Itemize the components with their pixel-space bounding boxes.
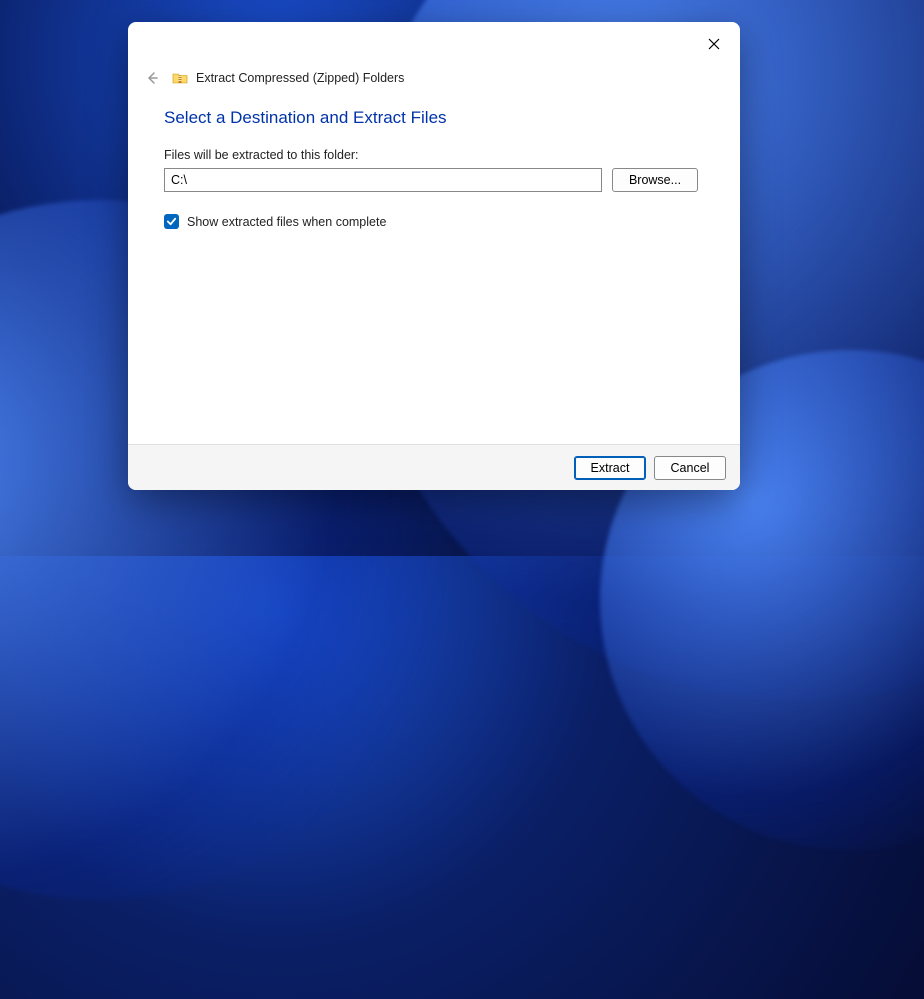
wizard-footer: Extract Cancel [128, 444, 740, 490]
show-files-checkbox-label: Show extracted files when complete [187, 215, 386, 229]
destination-path-input[interactable] [164, 168, 602, 192]
window-title: Extract Compressed (Zipped) Folders [196, 71, 404, 85]
browse-button[interactable]: Browse... [612, 168, 698, 192]
close-icon [708, 38, 720, 50]
show-files-checkbox-row[interactable]: Show extracted files when complete [164, 214, 704, 229]
page-heading: Select a Destination and Extract Files [164, 108, 704, 128]
show-files-checkbox[interactable] [164, 214, 179, 229]
path-label: Files will be extracted to this folder: [164, 148, 704, 162]
extract-wizard-dialog: Extract Compressed (Zipped) Folders Sele… [128, 22, 740, 490]
back-button [140, 66, 164, 90]
arrow-left-icon [144, 70, 160, 86]
path-row: Browse... [164, 168, 704, 192]
close-button[interactable] [694, 28, 734, 60]
extract-button[interactable]: Extract [574, 456, 646, 480]
cancel-button[interactable]: Cancel [654, 456, 726, 480]
wizard-content: Select a Destination and Extract Files F… [128, 98, 740, 444]
checkmark-icon [166, 216, 177, 227]
titlebar [128, 22, 740, 66]
zip-folder-icon [172, 70, 188, 86]
wizard-header: Extract Compressed (Zipped) Folders [128, 66, 740, 98]
